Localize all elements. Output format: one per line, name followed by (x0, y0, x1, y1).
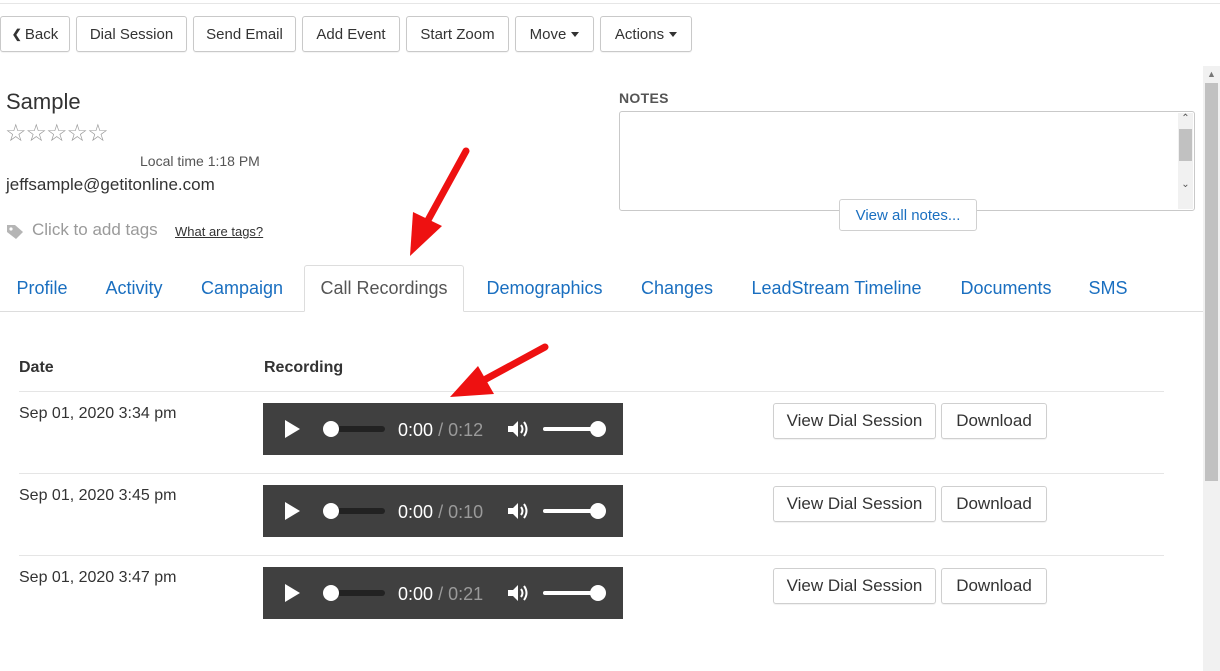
speaker-icon[interactable] (506, 500, 530, 527)
tab-sms[interactable]: SMS (1079, 265, 1137, 312)
contact-name: Sample (6, 89, 81, 114)
move-dropdown[interactable]: Move (515, 16, 594, 52)
view-all-notes-button[interactable]: View all notes... (839, 199, 977, 231)
notes-textarea[interactable]: ⌃ ⌄ (619, 111, 1195, 211)
seek-handle[interactable] (323, 421, 339, 437)
chevron-down-icon[interactable]: ⌄ (1178, 179, 1193, 190)
view-dial-session-button[interactable]: View Dial Session (773, 568, 936, 604)
caret-down-icon (669, 31, 678, 37)
playback-time: 0:00 / 0:12 (398, 420, 483, 441)
star-outline-icon[interactable]: ☆ (5, 120, 26, 147)
playback-time: 0:00 / 0:21 (398, 584, 483, 605)
tags-help-link[interactable]: What are tags? (175, 224, 263, 239)
current-time: 0:00 (398, 584, 434, 604)
back-button-label: Back (24, 25, 59, 43)
tab-campaign[interactable]: Campaign (190, 265, 294, 312)
row-divider (19, 473, 1164, 474)
seek-handle[interactable] (323, 503, 339, 519)
tab-call-recordings[interactable]: Call Recordings (304, 265, 464, 312)
tab-documents[interactable]: Documents (949, 265, 1063, 312)
play-icon[interactable] (285, 420, 300, 438)
star-outline-icon[interactable]: ☆ (67, 120, 88, 147)
chevron-left-icon: ❮ (11, 27, 22, 41)
star-outline-icon[interactable]: ☆ (87, 120, 108, 147)
volume-handle[interactable] (590, 503, 606, 519)
action-toolbar: ❮ Back Dial Session Send Email Add Event… (0, 16, 698, 52)
seek-handle[interactable] (323, 585, 339, 601)
actions-dropdown[interactable]: Actions (600, 16, 692, 52)
notes-scrollbar[interactable]: ⌃ ⌄ (1178, 113, 1193, 209)
duration: / 0:10 (438, 502, 484, 522)
notes-scrollbar-thumb[interactable] (1179, 129, 1192, 161)
star-outline-icon[interactable]: ☆ (26, 120, 47, 147)
view-dial-session-button[interactable]: View Dial Session (773, 403, 936, 439)
column-header-recording: Recording (264, 359, 344, 376)
recording-date: Sep 01, 2020 3:47 pm (19, 569, 177, 586)
send-email-button[interactable]: Send Email (193, 16, 296, 52)
actions-dropdown-label: Actions (614, 25, 665, 43)
back-button[interactable]: ❮ Back (0, 16, 70, 52)
audio-player: 0:00 / 0:10 (263, 485, 623, 537)
volume-handle[interactable] (590, 421, 606, 437)
scroll-up-icon[interactable]: ▲ (1203, 66, 1220, 83)
top-border (0, 0, 1220, 4)
download-button[interactable]: Download (941, 568, 1047, 604)
tag-icon (6, 224, 24, 245)
row-divider (19, 391, 1164, 392)
playback-time: 0:00 / 0:10 (398, 502, 483, 523)
speaker-icon[interactable] (506, 582, 530, 609)
scrollbar-thumb[interactable] (1205, 83, 1218, 481)
speaker-icon[interactable] (506, 418, 530, 445)
audio-player: 0:00 / 0:21 (263, 567, 623, 619)
notes-label: NOTES (619, 90, 669, 106)
tab-profile[interactable]: Profile (5, 265, 79, 312)
star-outline-icon[interactable]: ☆ (46, 120, 67, 147)
recording-date: Sep 01, 2020 3:45 pm (19, 487, 177, 504)
start-zoom-button[interactable]: Start Zoom (406, 16, 509, 52)
chevron-up-icon[interactable]: ⌃ (1178, 113, 1193, 124)
arrow-to-call-recordings-tab (410, 147, 470, 256)
download-button[interactable]: Download (941, 403, 1047, 439)
dial-session-button[interactable]: Dial Session (76, 16, 187, 52)
tab-leadstream-timeline[interactable]: LeadStream Timeline (740, 265, 933, 312)
duration: / 0:12 (438, 420, 484, 440)
tab-activity[interactable]: Activity (94, 265, 174, 312)
view-dial-session-button[interactable]: View Dial Session (773, 486, 936, 522)
audio-player: 0:00 / 0:12 (263, 403, 623, 455)
add-event-button[interactable]: Add Event (302, 16, 400, 52)
duration: / 0:21 (438, 584, 484, 604)
caret-down-icon (571, 31, 580, 37)
tab-demographics[interactable]: Demographics (474, 265, 615, 312)
row-divider (19, 555, 1164, 556)
play-icon[interactable] (285, 584, 300, 602)
star-rating[interactable]: ☆☆☆☆☆ (5, 119, 109, 148)
contact-email: jeffsample@getitonline.com (6, 175, 215, 194)
play-icon[interactable] (285, 502, 300, 520)
move-dropdown-label: Move (529, 25, 567, 43)
download-button[interactable]: Download (941, 486, 1047, 522)
column-header-date: Date (19, 359, 54, 376)
current-time: 0:00 (398, 502, 434, 522)
tags-input[interactable]: Click to add tags (32, 220, 158, 240)
recording-date: Sep 01, 2020 3:34 pm (19, 405, 177, 422)
current-time: 0:00 (398, 420, 434, 440)
tab-changes[interactable]: Changes (630, 265, 724, 312)
volume-handle[interactable] (590, 585, 606, 601)
arrow-to-audio-player (450, 343, 549, 397)
local-time: Local time 1:18 PM (140, 153, 260, 169)
page-scrollbar[interactable]: ▲ (1203, 66, 1220, 671)
